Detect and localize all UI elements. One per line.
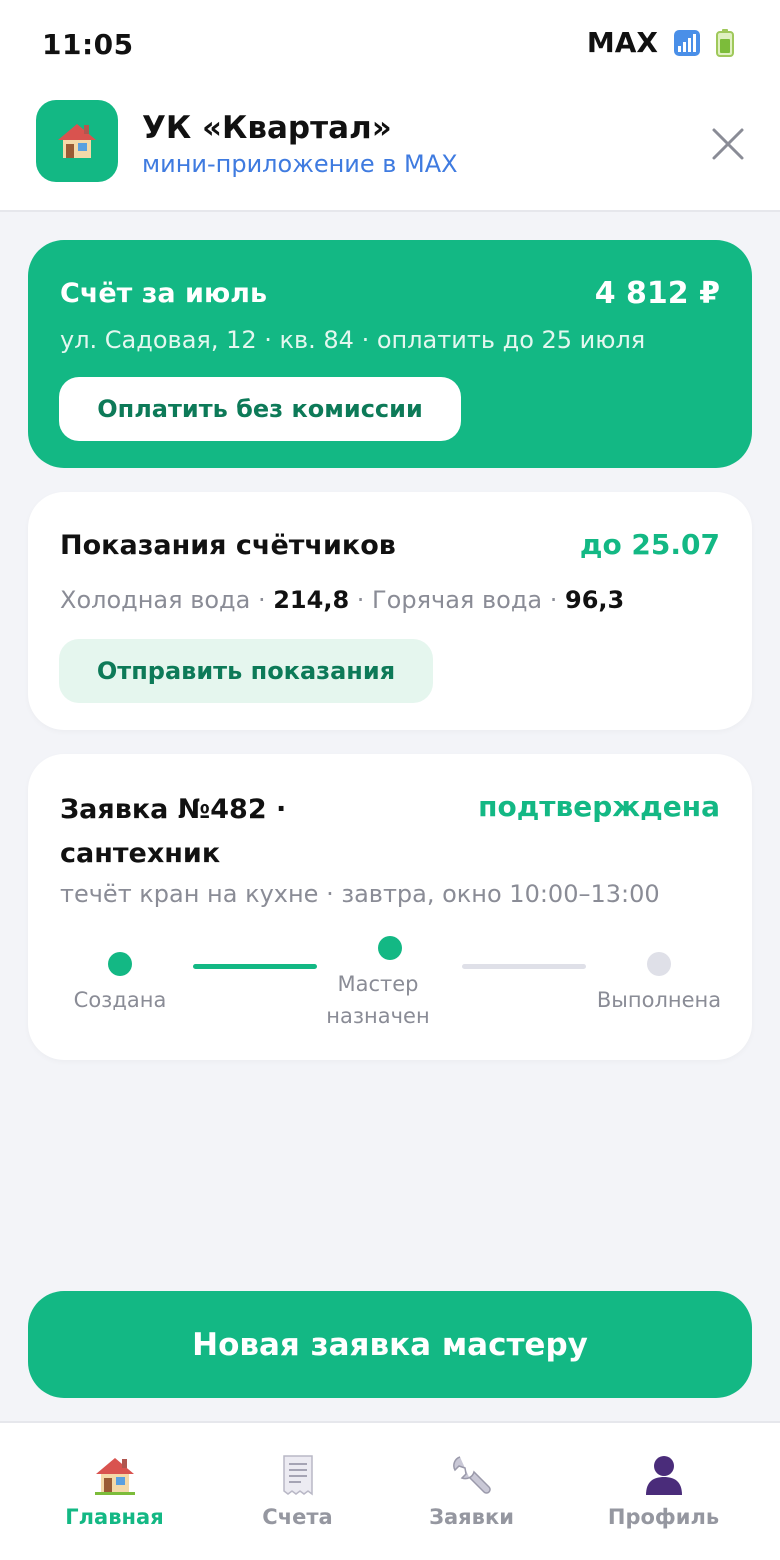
step-line-1 <box>193 964 317 969</box>
step-label-assigned: Мастер назначен <box>326 972 430 1028</box>
tab-label-requests: Заявки <box>429 1505 514 1529</box>
request-details: течёт кран на кухне · завтра, окно 10:00… <box>60 880 660 908</box>
cold-water-value: 214,8 <box>273 586 350 614</box>
house-icon <box>58 124 96 158</box>
step-dot-completed <box>647 952 671 976</box>
bill-amount: 4 812 ₽ <box>594 276 720 311</box>
step-line-2 <box>462 964 586 969</box>
wrench-icon <box>452 1456 491 1494</box>
app-title: УК «Квартал» <box>142 110 392 146</box>
tab-requests[interactable]: Заявки <box>374 1423 569 1560</box>
bill-card: Счёт за июль 4 812 ₽ ул. Садовая, 12 · к… <box>28 240 752 468</box>
status-time: 11:05 <box>42 28 134 61</box>
tab-label-bills: Счета <box>262 1505 333 1529</box>
meters-separator: · <box>349 586 373 614</box>
app-header: УК «Квартал» мини-приложение в MAX <box>0 90 780 212</box>
step-label-created: Создана <box>73 988 167 1012</box>
cold-water-label: Холодная вода · <box>60 586 274 614</box>
tab-bills[interactable]: Счета <box>200 1423 395 1560</box>
app-logo <box>36 100 118 182</box>
hot-water-value: 96,3 <box>565 586 625 614</box>
meters-title: Показания счётчиков <box>60 530 396 561</box>
meters-deadline: до 25.07 <box>579 528 720 561</box>
meters-values: Холодная вода · 214,8 · Горячая вода · 9… <box>60 586 624 614</box>
app-subtitle: мини-приложение в MAX <box>142 150 458 178</box>
step-label-completed: Выполнена <box>596 988 722 1012</box>
send-readings-button[interactable]: Отправить показания <box>59 639 433 703</box>
meters-card: Показания счётчиков до 25.07 Холодная во… <box>28 492 752 730</box>
bill-details: ул. Садовая, 12 · кв. 84 · оплатить до 2… <box>60 326 646 354</box>
person-icon <box>645 1456 682 1495</box>
house-icon <box>94 1458 135 1495</box>
pay-button[interactable]: Оплатить без комиссии <box>59 377 461 441</box>
hot-water-label: Горячая вода · <box>372 586 566 614</box>
tab-label-home: Главная <box>65 1505 164 1529</box>
request-title: Заявка №482 · сантехник <box>60 794 287 869</box>
request-status-badge: подтверждена <box>478 790 720 823</box>
close-icon[interactable] <box>710 126 746 162</box>
tab-label-profile: Профиль <box>607 1505 720 1529</box>
tab-profile[interactable]: Профиль <box>566 1423 761 1560</box>
carrier-name: MAX <box>586 26 658 59</box>
signal-icon <box>674 29 700 56</box>
tab-home[interactable]: Главная <box>17 1423 212 1560</box>
step-dot-created <box>108 952 132 976</box>
request-card[interactable]: Заявка №482 · сантехник подтверждена теч… <box>28 754 752 1060</box>
status-indicators: MAX <box>587 26 734 59</box>
bill-title: Счёт за июль <box>60 278 268 309</box>
tab-bar: Главная Счета Заявки Профиль <box>0 1421 780 1560</box>
step-dot-assigned <box>378 936 402 960</box>
receipt-icon <box>282 1455 313 1496</box>
status-bar: 11:05 MAX <box>0 0 780 90</box>
new-request-button[interactable]: Новая заявка мастеру <box>28 1291 752 1398</box>
battery-icon <box>716 28 734 57</box>
